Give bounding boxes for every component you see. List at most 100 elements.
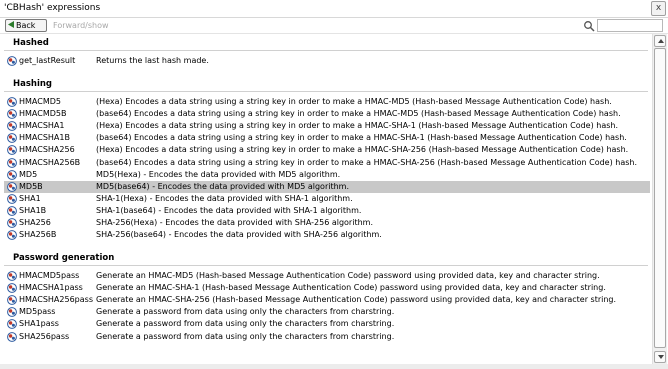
title-bar: 'CBHash' expressions x bbox=[0, 0, 668, 18]
expression-name: HMACMD5pass bbox=[19, 271, 80, 280]
expression-row[interactable]: SHA1 SHA-1(Hexa) - Encodes the data provi… bbox=[4, 193, 650, 205]
section-divider bbox=[4, 91, 648, 92]
expression-name: HMACSHA1pass bbox=[19, 283, 83, 293]
expression-name: HMACMD5 bbox=[19, 97, 61, 106]
expression-name: HMACSHA256pass bbox=[19, 295, 93, 305]
expression-icon bbox=[7, 121, 17, 132]
expression-icon bbox=[7, 181, 17, 192]
expression-description: SHA-1(base64) - Encodes the data provide… bbox=[96, 205, 362, 215]
expression-name: HMACSHA256B bbox=[19, 157, 81, 167]
expression-row[interactable]: HMACSHA1pass Generate an HMAC-SHA-1 (Hash… bbox=[4, 282, 650, 294]
expression-row[interactable]: get_lastResult Returns the last hash made… bbox=[4, 55, 650, 67]
expression-name: MD5pass bbox=[19, 307, 56, 317]
expression-description: (Hexa) Encodes a data string using a str… bbox=[96, 121, 619, 131]
expression-name: SHA1pass bbox=[19, 319, 59, 329]
expression-description: (base64) Encodes a data string using a s… bbox=[96, 109, 621, 119]
expression-name: HMACMD5B bbox=[19, 109, 67, 119]
section-header: Hashed bbox=[13, 38, 49, 48]
expression-description: SHA-256(base64) - Encodes the data provi… bbox=[96, 230, 382, 240]
expression-icon bbox=[7, 205, 17, 216]
expression-icon bbox=[7, 169, 17, 180]
expression-description: Generate a password from data using only… bbox=[96, 307, 395, 317]
expression-row[interactable]: SHA256pass Generate a password from data … bbox=[4, 331, 650, 343]
expression-row[interactable]: HMACSHA256B (base64) Encodes a data strin… bbox=[4, 157, 650, 169]
vertical-scrollbar[interactable] bbox=[652, 34, 667, 364]
expression-row[interactable]: HMACMD5B (base64) Encodes a data string u… bbox=[4, 108, 650, 120]
expression-row[interactable]: SHA256B SHA-256(base64) - Encodes the dat… bbox=[4, 229, 650, 241]
back-button-label: Back bbox=[16, 21, 36, 30]
expression-name: SHA256B bbox=[19, 230, 57, 240]
expression-name: HMACSHA1 bbox=[19, 121, 65, 131]
expression-description: MD5(base64) - Encodes the data provided … bbox=[96, 181, 350, 191]
expression-row[interactable]: HMACMD5pass Generate an HMAC-MD5 (Hash-ba… bbox=[4, 270, 650, 282]
expression-icon bbox=[7, 109, 17, 119]
expression-description: (base64) Encodes a data string using a s… bbox=[96, 133, 627, 143]
expression-icon bbox=[7, 230, 17, 240]
expression-row[interactable]: SHA256 SHA-256(Hexa) - Encodes the data p… bbox=[4, 217, 650, 229]
expression-row[interactable]: HMACSHA1B (base64) Encodes a data string … bbox=[4, 132, 650, 144]
expression-icon bbox=[7, 133, 17, 144]
scroll-thumb[interactable] bbox=[654, 48, 666, 348]
section-header: Password generation bbox=[13, 253, 115, 263]
expression-row[interactable]: MD5 MD5(Hexa) - Encodes the data provided… bbox=[4, 169, 650, 181]
scroll-up-button[interactable] bbox=[654, 35, 666, 47]
expression-row[interactable]: MD5pass Generate a password from data usi… bbox=[4, 306, 650, 318]
expression-icon bbox=[7, 307, 17, 318]
close-icon: x bbox=[655, 3, 662, 13]
window-title: 'CBHash' expressions bbox=[4, 3, 101, 13]
expression-description: Generate an HMAC-MD5 (Hash-based Message… bbox=[96, 271, 600, 280]
back-arrow-icon bbox=[8, 20, 14, 31]
expression-row[interactable]: HMACMD5 (Hexa) Encodes a data string usin… bbox=[4, 96, 650, 108]
expression-icon bbox=[7, 283, 17, 293]
forward-link[interactable]: Forward/show bbox=[53, 21, 109, 30]
expressions-list: Hashed get_lastResult Returns the last has… bbox=[0, 34, 652, 364]
status-bar bbox=[0, 364, 668, 369]
expression-icon bbox=[7, 271, 17, 281]
expression-description: (Hexa) Encodes a data string using a str… bbox=[96, 145, 629, 155]
expression-description: Generate a password from data using only… bbox=[96, 319, 395, 329]
expression-name: get_lastResult bbox=[19, 56, 76, 65]
expression-icon bbox=[7, 331, 17, 342]
close-button[interactable]: x bbox=[651, 1, 666, 16]
expression-row[interactable]: HMACSHA256 (Hexa) Encodes a data string u… bbox=[4, 144, 650, 156]
expression-icon bbox=[7, 193, 17, 204]
expression-icon bbox=[7, 157, 17, 168]
expression-icon bbox=[7, 56, 17, 66]
expression-description: (Hexa) Encodes a data string using a str… bbox=[96, 97, 612, 106]
expression-icon bbox=[7, 218, 17, 228]
expression-description: SHA-256(Hexa) - Encodes the data provide… bbox=[96, 218, 373, 227]
expression-name: MD5B bbox=[19, 181, 43, 191]
search-icon bbox=[583, 20, 595, 32]
expression-name: HMACSHA256 bbox=[19, 145, 75, 155]
search-input[interactable] bbox=[597, 19, 663, 32]
expression-description: Generate a password from data using only… bbox=[96, 331, 395, 341]
expression-description: MD5(Hexa) - Encodes the data provided wi… bbox=[96, 169, 341, 179]
expression-row[interactable]: MD5B MD5(base64) - Encodes the data provi… bbox=[4, 180, 650, 193]
expression-icon bbox=[7, 295, 17, 306]
expression-row[interactable]: HMACSHA256pass Generate an HMAC-SHA-256 (… bbox=[4, 294, 650, 306]
section-divider bbox=[4, 50, 648, 51]
chevron-down-icon bbox=[658, 355, 664, 359]
expression-description: Generate an HMAC-SHA-1 (Hash-based Messa… bbox=[96, 283, 606, 293]
expression-row[interactable]: SHA1pass Generate a password from data us… bbox=[4, 318, 650, 330]
expression-description: (base64) Encodes a data string using a s… bbox=[96, 157, 638, 167]
expression-icon bbox=[7, 319, 17, 330]
expression-name: MD5 bbox=[19, 169, 38, 179]
scroll-down-button[interactable] bbox=[654, 351, 666, 363]
expression-name: HMACSHA1B bbox=[19, 133, 70, 143]
expression-row[interactable]: SHA1B SHA-1(base64) - Encodes the data pr… bbox=[4, 205, 650, 217]
expression-name: SHA256pass bbox=[19, 331, 70, 341]
expression-row[interactable]: HMACSHA1 (Hexa) Encodes a data string usi… bbox=[4, 120, 650, 132]
expression-description: Returns the last hash made. bbox=[96, 56, 209, 65]
expression-name: SHA1 bbox=[19, 193, 41, 203]
expression-icon bbox=[7, 145, 17, 156]
expression-name: SHA256 bbox=[19, 218, 51, 227]
back-button[interactable]: Back bbox=[5, 19, 47, 32]
expression-icon bbox=[7, 97, 17, 107]
toolbar: Back Forward/show bbox=[0, 18, 668, 34]
expression-description: SHA-1(Hexa) - Encodes the data provided … bbox=[96, 193, 353, 203]
expression-description: Generate an HMAC-SHA-256 (Hash-based Mes… bbox=[96, 295, 617, 305]
chevron-up-icon bbox=[658, 39, 664, 43]
section-divider bbox=[4, 265, 648, 266]
expression-name: SHA1B bbox=[19, 205, 47, 215]
